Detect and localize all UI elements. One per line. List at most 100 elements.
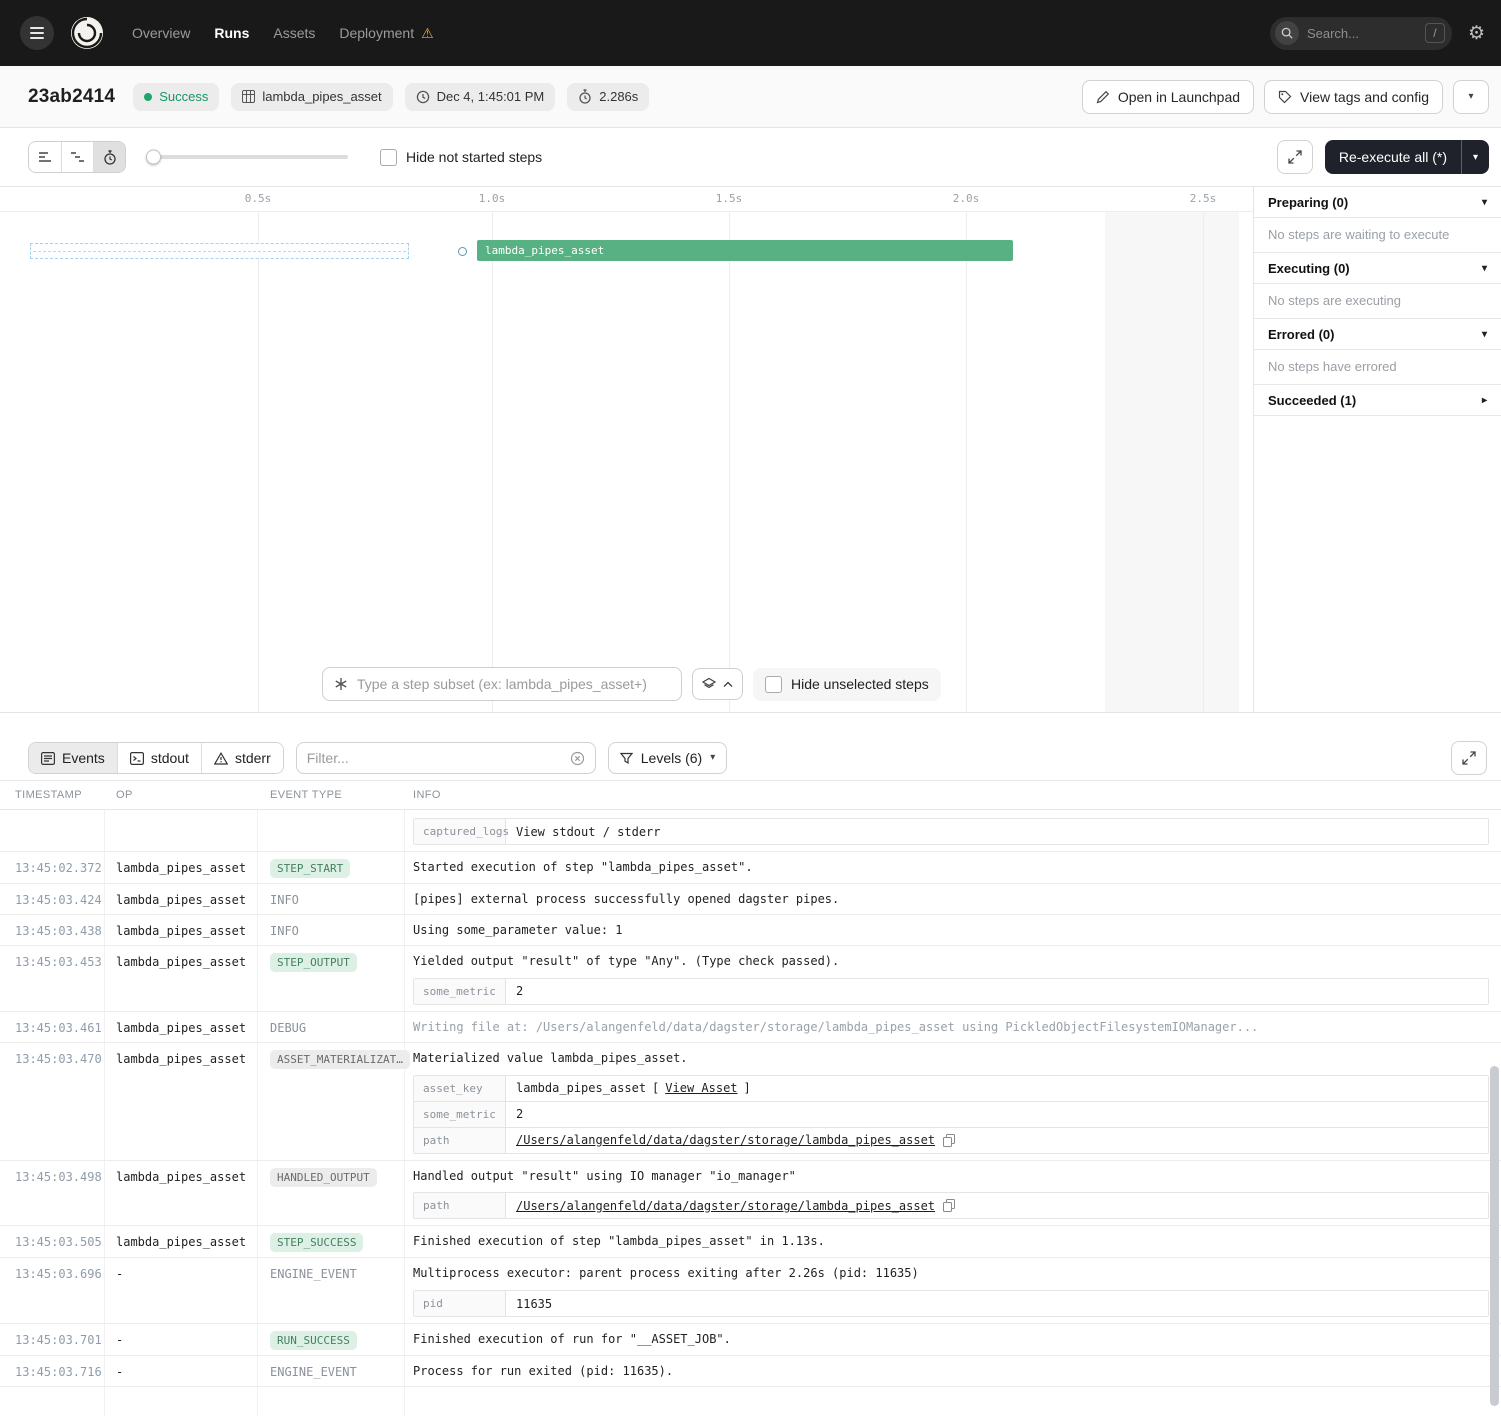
tab-events[interactable]: Events: [29, 743, 117, 773]
log-row[interactable]: 13:45:03.438lambda_pipes_assetINFOUsing …: [0, 915, 1501, 946]
log-op: lambda_pipes_asset: [116, 955, 246, 969]
log-cell-info: captured_logs View stdout / stderr: [405, 810, 1501, 851]
chevron-down-icon: ▾: [1482, 197, 1487, 208]
chevron-down-icon: ▾: [1473, 152, 1478, 163]
path-link[interactable]: /Users/alangenfeld/data/dagster/storage/…: [516, 1199, 935, 1213]
open-in-launchpad-button[interactable]: Open in Launchpad: [1082, 80, 1254, 114]
event-type-label: ENGINE_EVENT: [270, 1365, 357, 1379]
log-cell-event-type: STEP_SUCCESS: [258, 1226, 405, 1257]
reexecute-options-button[interactable]: ▾: [1461, 140, 1489, 174]
clear-filter-icon[interactable]: [570, 751, 585, 766]
gantt-fullscreen-button[interactable]: [1277, 140, 1313, 174]
waterfall-view-button[interactable]: [61, 142, 93, 172]
log-row[interactable]: captured_logs View stdout / stderr: [0, 810, 1501, 852]
search-input[interactable]: [1307, 26, 1417, 41]
log-cell-event-type: ENGINE_EVENT: [258, 1356, 405, 1386]
gantt-view-toggle-group: [28, 141, 126, 173]
log-row[interactable]: 13:45:03.461lambda_pipes_assetDEBUGWriti…: [0, 1012, 1501, 1043]
log-row[interactable]: 13:45:03.696-ENGINE_EVENTMultiprocess ex…: [0, 1258, 1501, 1324]
nav-deployment[interactable]: Deployment⚠: [339, 25, 433, 42]
step-subset-input[interactable]: [357, 676, 670, 692]
log-op: lambda_pipes_asset: [116, 1052, 246, 1066]
log-row[interactable]: 13:45:03.453lambda_pipes_assetSTEP_OUTPU…: [0, 946, 1501, 1012]
log-cell-op: -: [105, 1258, 258, 1323]
nav-assets-label: Assets: [273, 25, 315, 41]
logs-scrollbar[interactable]: [1490, 1066, 1499, 1406]
tab-events-label: Events: [62, 750, 105, 766]
clock-icon: [416, 90, 430, 104]
log-row[interactable]: 13:45:03.424lambda_pipes_assetINFO[pipes…: [0, 884, 1501, 915]
log-cell-event-type: RUN_SUCCESS: [258, 1324, 405, 1355]
metadata-value-text: 11635: [516, 1297, 552, 1311]
panel-section-succeeded[interactable]: Succeeded (1) ▸: [1254, 385, 1501, 416]
col-timestamp: TIMESTAMP: [0, 789, 105, 801]
log-cell-event-type: [258, 810, 405, 851]
log-row[interactable]: 13:45:03.716-ENGINE_EVENTProcess for run…: [0, 1356, 1501, 1387]
timed-view-button[interactable]: [93, 142, 125, 172]
log-cell-event-type: ASSET_MATERIALIZAT…: [258, 1043, 405, 1160]
log-row[interactable]: 13:45:03.505lambda_pipes_assetSTEP_SUCCE…: [0, 1226, 1501, 1258]
log-row[interactable]: 13:45:03.701-RUN_SUCCESSFinished executi…: [0, 1324, 1501, 1356]
view-asset-link[interactable]: View Asset: [665, 1081, 737, 1095]
settings-gear-icon[interactable]: ⚙: [1468, 24, 1485, 43]
log-row[interactable]: 13:45:03.498lambda_pipes_assetHANDLED_OU…: [0, 1161, 1501, 1227]
levels-filter-button[interactable]: Levels (6) ▾: [608, 742, 728, 774]
metadata-key: captured_logs: [414, 819, 506, 844]
panel-splitter[interactable]: [0, 713, 1501, 736]
gantt-toolbar: Hide not started steps Re-execute all (*…: [0, 128, 1501, 186]
path-link[interactable]: /Users/alangenfeld/data/dagster/storage/…: [516, 1133, 935, 1147]
asset-tag[interactable]: lambda_pipes_asset: [231, 83, 392, 111]
tab-stdout[interactable]: stdout: [117, 743, 201, 773]
log-filler-row: [0, 1387, 1501, 1416]
event-type-label: DEBUG: [270, 1021, 306, 1035]
metadata-table: path/Users/alangenfeld/data/dagster/stor…: [413, 1192, 1489, 1219]
top-nav: Overview Runs Assets Deployment⚠ / ⚙: [0, 0, 1501, 66]
log-info-text: Writing file at: /Users/alangenfeld/data…: [413, 1019, 1489, 1036]
view-tags-config-button[interactable]: View tags and config: [1264, 80, 1443, 114]
log-cell-timestamp: 13:45:03.505: [0, 1226, 105, 1257]
metadata-value-text: View stdout / stderr: [516, 825, 661, 839]
run-duration-tag: 2.286s: [567, 83, 649, 111]
logs-fullscreen-button[interactable]: [1451, 741, 1487, 775]
nav-runs[interactable]: Runs: [214, 25, 249, 41]
zoom-slider[interactable]: [148, 155, 348, 159]
col-event-type: EVENT TYPE: [258, 789, 405, 801]
op-selector-icon: [334, 677, 348, 691]
panel-section-errored[interactable]: Errored (0) ▾: [1254, 319, 1501, 350]
tab-stderr[interactable]: stderr: [201, 743, 283, 773]
copy-icon[interactable]: [943, 1134, 955, 1147]
metadata-value: /Users/alangenfeld/data/dagster/storage/…: [506, 1128, 965, 1153]
graph-query-toggle-button[interactable]: [692, 668, 743, 700]
metadata-value: 11635: [506, 1291, 562, 1316]
primary-nav: Overview Runs Assets Deployment⚠: [132, 25, 434, 42]
panel-section-executing[interactable]: Executing (0) ▾: [1254, 253, 1501, 284]
nav-overview[interactable]: Overview: [132, 25, 190, 41]
reexecute-all-button[interactable]: Re-execute all (*): [1325, 140, 1461, 174]
log-rows: captured_logs View stdout / stderr 13:45:0…: [0, 810, 1501, 1416]
log-filter-input[interactable]: [307, 750, 562, 766]
search-icon: [1275, 21, 1299, 45]
nav-right: / ⚙: [1270, 17, 1485, 50]
gantt-toolbar-right: Re-execute all (*) ▾: [1277, 140, 1489, 174]
log-op: lambda_pipes_asset: [116, 893, 246, 907]
tab-stdout-label: stdout: [151, 750, 189, 766]
panel-section-preparing[interactable]: Preparing (0) ▾: [1254, 187, 1501, 218]
log-row[interactable]: 13:45:03.470lambda_pipes_assetASSET_MATE…: [0, 1043, 1501, 1161]
grid-icon: [242, 90, 255, 103]
hide-not-started-checkbox[interactable]: [380, 149, 397, 166]
hide-not-started-label: Hide not started steps: [406, 149, 542, 165]
run-main: 0.5s 1.0s 1.5s 2.0s 2.5s lambda_pipes_as…: [0, 186, 1501, 713]
zoom-slider-knob[interactable]: [146, 150, 161, 165]
flat-view-button[interactable]: [29, 142, 61, 172]
run-header-more-button[interactable]: ▾: [1453, 80, 1489, 114]
nav-assets[interactable]: Assets: [273, 25, 315, 41]
hide-unselected-checkbox[interactable]: [765, 676, 782, 693]
gantt-overflow-shade: [1105, 212, 1239, 712]
menu-button[interactable]: [20, 16, 54, 50]
log-row[interactable]: 13:45:02.372lambda_pipes_assetSTEP_START…: [0, 852, 1501, 884]
copy-icon[interactable]: [943, 1199, 955, 1212]
gantt-step-bar[interactable]: lambda_pipes_asset: [477, 240, 1013, 261]
dagster-logo[interactable]: [68, 14, 106, 52]
global-search[interactable]: /: [1270, 17, 1452, 50]
log-cell-timestamp: 13:45:03.438: [0, 915, 105, 945]
